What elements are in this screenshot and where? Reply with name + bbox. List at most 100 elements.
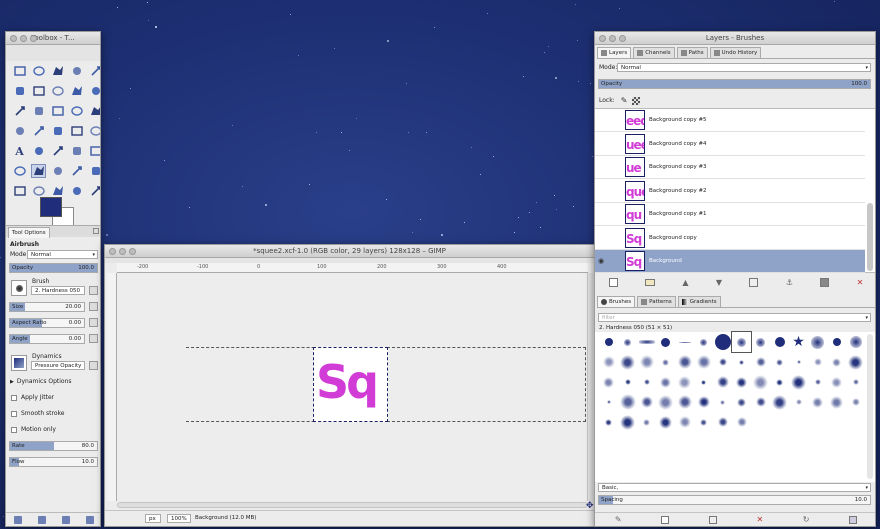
- minimize-button[interactable]: [20, 35, 27, 42]
- brushes-scrollbar[interactable]: [867, 334, 873, 479]
- mode-select[interactable]: Normal ▾: [27, 250, 98, 259]
- text-tool-icon[interactable]: A: [12, 144, 27, 158]
- reset-size-icon[interactable]: [89, 302, 98, 311]
- paintbrush-tool-icon[interactable]: [88, 144, 100, 158]
- layer-row[interactable]: ◉ Sq Background: [595, 250, 865, 273]
- layer-row[interactable]: Sq Background copy: [595, 227, 865, 250]
- dodge-burn-tool-icon[interactable]: [31, 184, 46, 198]
- delete-brush-icon[interactable]: ✕: [756, 515, 763, 524]
- layer-mode-select[interactable]: Normal ▾: [617, 63, 871, 72]
- new-layer-icon[interactable]: [608, 277, 618, 287]
- brush-preview-icon[interactable]: [713, 332, 732, 352]
- brush-tag-field[interactable]: Basic, ▾: [598, 483, 871, 492]
- brush-preview-icon[interactable]: [637, 412, 656, 432]
- foreground-color-swatch[interactable]: [40, 197, 62, 217]
- tab-channels[interactable]: Channels: [633, 47, 675, 58]
- brush-preview-icon[interactable]: [713, 392, 732, 412]
- navigate-icon[interactable]: ✥: [586, 502, 594, 511]
- brush-preview-icon[interactable]: [618, 372, 637, 392]
- vertical-scrollbar[interactable]: [587, 273, 593, 501]
- brush-preview-button[interactable]: [11, 280, 27, 296]
- brush-preview-icon[interactable]: [675, 352, 694, 372]
- layer-visibility-icon[interactable]: ◉: [595, 257, 619, 265]
- ellipse-select-tool-icon[interactable]: [31, 64, 46, 78]
- configure-tab-icon[interactable]: [93, 228, 99, 234]
- pencil-tool-icon[interactable]: [69, 144, 84, 158]
- brush-preview-icon[interactable]: [846, 372, 865, 392]
- toolbox-titlebar[interactable]: Toolbox - T...: [6, 32, 100, 45]
- layer-row[interactable]: eed Background copy #5: [595, 109, 865, 132]
- smooth-stroke-box[interactable]: [11, 410, 17, 417]
- layers-scrollbar[interactable]: [867, 203, 873, 271]
- color-picker-tool-icon[interactable]: [69, 84, 84, 98]
- heal-tool-icon[interactable]: [88, 164, 100, 178]
- minimize-button[interactable]: [119, 248, 126, 255]
- brush-preview-icon[interactable]: [694, 372, 713, 392]
- brush-preview-icon[interactable]: [656, 392, 675, 412]
- smooth-stroke-checkbox[interactable]: Smooth stroke: [11, 410, 65, 417]
- brush-preview-icon[interactable]: [808, 352, 827, 372]
- new-layer-group-icon[interactable]: [645, 278, 656, 286]
- brush-preview-icon[interactable]: [599, 412, 618, 432]
- cage-tool-icon[interactable]: [88, 124, 100, 138]
- lock-pixels-icon[interactable]: ✎: [621, 96, 628, 105]
- brush-preview-icon[interactable]: [808, 332, 827, 352]
- bucket-fill-tool-icon[interactable]: [31, 144, 46, 158]
- dynamics-options-expander[interactable]: ▶ Dynamics Options: [10, 378, 72, 385]
- crop-tool-icon[interactable]: [69, 104, 84, 118]
- lower-layer-icon[interactable]: ▼: [716, 278, 722, 287]
- brush-name-field[interactable]: 2. Hardness 050: [31, 286, 85, 295]
- unit-select[interactable]: px: [145, 514, 161, 523]
- brush-preview-icon[interactable]: [675, 392, 694, 412]
- brush-preview-icon[interactable]: [770, 392, 789, 412]
- apply-jitter-box[interactable]: [11, 394, 17, 401]
- align-tool-icon[interactable]: [50, 104, 65, 118]
- brush-preview-icon[interactable]: [732, 392, 751, 412]
- zoom-button[interactable]: [129, 248, 136, 255]
- close-button[interactable]: [10, 35, 17, 42]
- fuzzy-select-tool-icon[interactable]: [69, 64, 84, 78]
- brush-preview-icon[interactable]: [770, 332, 789, 352]
- image-canvas[interactable]: Sq: [313, 347, 388, 422]
- brush-preview-icon[interactable]: [675, 332, 694, 352]
- scissors-select-tool-icon[interactable]: [12, 84, 27, 98]
- open-brush-as-image-icon[interactable]: [849, 515, 858, 524]
- perspective-tool-icon[interactable]: [50, 124, 65, 138]
- blur-tool-icon[interactable]: [50, 184, 65, 198]
- blend-tool-icon[interactable]: [50, 144, 65, 158]
- brush-preview-icon[interactable]: [694, 332, 713, 352]
- brush-preview-icon[interactable]: [599, 352, 618, 372]
- opacity-slider[interactable]: Opacity 100.0: [9, 263, 98, 273]
- mask-layer-icon[interactable]: [820, 277, 830, 287]
- brush-preview-icon[interactable]: [789, 392, 808, 412]
- my-paint-tool-icon[interactable]: [88, 184, 100, 198]
- brush-preview-icon[interactable]: [656, 332, 675, 352]
- brush-preview-icon[interactable]: [808, 372, 827, 392]
- tab-paths[interactable]: Paths: [676, 47, 708, 58]
- paths-tool-icon[interactable]: [50, 84, 65, 98]
- spacing-slider[interactable]: Spacing 10.0: [598, 495, 871, 505]
- layer-row[interactable]: uee Background copy #4: [595, 133, 865, 156]
- motion-only-box[interactable]: [11, 426, 17, 433]
- brush-preview-icon[interactable]: [618, 412, 637, 432]
- brush-preview-icon[interactable]: [713, 372, 732, 392]
- brush-preview-icon[interactable]: [827, 392, 846, 412]
- duplicate-brush-icon[interactable]: [708, 515, 717, 524]
- save-options-icon[interactable]: [14, 515, 22, 524]
- tab-patterns[interactable]: Patterns: [637, 296, 676, 307]
- dynamics-name-field[interactable]: Pressure Opacity: [31, 361, 85, 370]
- brush-preview-icon[interactable]: [618, 332, 637, 352]
- edit-dynamics-icon[interactable]: [89, 361, 98, 370]
- delete-layer-icon[interactable]: ✕: [857, 278, 864, 287]
- brush-preview-icon[interactable]: [675, 412, 694, 432]
- brush-preview-icon[interactable]: [656, 412, 675, 432]
- duplicate-layer-icon[interactable]: [749, 277, 759, 287]
- brush-preview-icon[interactable]: [713, 412, 732, 432]
- eraser-tool-icon[interactable]: [12, 164, 27, 178]
- brush-preview-icon[interactable]: [599, 372, 618, 392]
- brush-preview-icon[interactable]: [732, 352, 751, 372]
- minimize-button[interactable]: [609, 35, 616, 42]
- move-tool-icon[interactable]: [31, 104, 46, 118]
- brush-preview-icon[interactable]: [751, 372, 770, 392]
- brush-preview-icon[interactable]: [599, 392, 618, 412]
